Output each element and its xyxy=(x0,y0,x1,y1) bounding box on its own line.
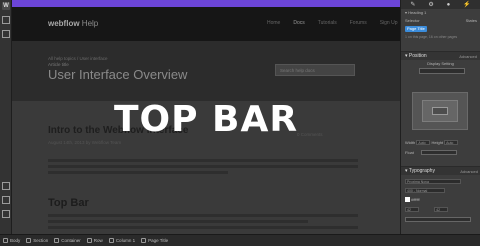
webflow-logo-icon[interactable]: W xyxy=(2,2,10,10)
padding-box[interactable] xyxy=(422,100,458,122)
content-box xyxy=(432,107,448,115)
nav-link[interactable]: Forums xyxy=(350,20,367,26)
search-input[interactable]: Search help docs xyxy=(275,64,355,76)
element-breadcrumb-bar: Body Section Container Row Column 1 Page… xyxy=(0,234,480,246)
breadcrumb: All help topics / User interface xyxy=(48,56,108,61)
nav-link[interactable]: Tutorials xyxy=(318,20,337,26)
style-panel: ✎ ⚙ ● ⚡ ▾ Heading 1 Selector States Page … xyxy=(400,0,480,234)
breadcrumb-item-selected[interactable]: Page Title xyxy=(141,238,168,243)
settings-icon[interactable] xyxy=(2,196,10,204)
help-icon[interactable] xyxy=(2,210,10,218)
float-buttons[interactable] xyxy=(421,150,458,156)
breadcrumb-item[interactable]: Body xyxy=(3,238,20,243)
breadcrumb-item[interactable]: Column 1 xyxy=(108,238,135,243)
font-select[interactable]: Proxima Nova xyxy=(405,179,461,185)
paragraph-line xyxy=(48,171,228,174)
row-icon xyxy=(86,238,92,243)
paragraph-line xyxy=(48,165,358,168)
display-buttons[interactable] xyxy=(401,68,480,76)
display-setting-label: Display Setting xyxy=(427,61,454,66)
color-swatch[interactable] xyxy=(405,197,410,203)
site-nav-links: Home Docs Tutorials Forums Sign Up xyxy=(267,20,398,26)
gear-icon[interactable]: ⚙ xyxy=(428,1,433,8)
weight-row: 400 - Normal xyxy=(405,188,445,194)
height-field[interactable]: Auto xyxy=(444,140,459,146)
webflow-designer: W webflow Help Home Docs Tutorials Forum… xyxy=(0,0,480,246)
typography-section-header[interactable]: ▾ Typography Advanced xyxy=(401,166,480,175)
add-element-icon[interactable] xyxy=(2,16,10,24)
page-title[interactable]: User Interface Overview xyxy=(48,67,187,82)
section-icon xyxy=(26,238,32,243)
site-logo[interactable]: webflow Help xyxy=(48,19,98,28)
paragraph-line xyxy=(48,220,308,223)
color-row: #ffffff xyxy=(405,197,420,203)
left-toolbar: W xyxy=(0,0,12,234)
drop-icon[interactable]: ● xyxy=(447,2,451,8)
text-align-buttons[interactable] xyxy=(405,217,471,223)
selector-input[interactable]: Page Title xyxy=(401,25,480,33)
section-title: Top Bar xyxy=(48,197,89,209)
breadcrumb-item[interactable]: Row xyxy=(86,238,103,243)
nav-link[interactable]: Home xyxy=(267,20,280,26)
size-line-row: 42 42 xyxy=(405,207,449,213)
design-canvas[interactable]: webflow Help Home Docs Tutorials Forums … xyxy=(12,0,400,234)
column-icon xyxy=(108,238,114,243)
paragraph-line xyxy=(48,214,358,217)
selector-info: 1 on this page, 16 on other pages xyxy=(405,35,458,39)
paragraph-line xyxy=(48,159,358,162)
panel-toolbar: ✎ ⚙ ● ⚡ xyxy=(401,0,480,9)
navigator-icon[interactable] xyxy=(2,182,10,190)
site-navbar[interactable]: webflow Help Home Docs Tutorials Forums … xyxy=(12,7,400,41)
brush-icon[interactable]: ✎ xyxy=(410,1,415,8)
font-size-field[interactable]: 42 xyxy=(405,207,419,213)
size-row: Width Auto Height Auto xyxy=(405,140,459,146)
line-height-field[interactable]: 42 xyxy=(434,207,449,213)
article-meta: August 14th, 2013 by Webflow Team xyxy=(48,140,122,145)
hero-section[interactable]: All help topics / User interface Article… xyxy=(12,41,400,101)
weight-select[interactable]: 400 - Normal xyxy=(405,188,445,194)
selected-top-bar[interactable] xyxy=(12,0,400,7)
breadcrumb-item[interactable]: Container xyxy=(54,238,81,243)
overlay-label: TOP BAR xyxy=(113,99,299,140)
bolt-icon[interactable]: ⚡ xyxy=(463,1,470,8)
container-icon xyxy=(54,238,60,243)
selector-row: Selector States xyxy=(405,18,477,23)
position-section-header[interactable]: ▾ Position Advanced xyxy=(401,51,480,60)
font-row: Proxima Nova xyxy=(405,179,461,185)
nav-link[interactable]: Sign Up xyxy=(380,20,398,26)
breadcrumb-item[interactable]: Section xyxy=(26,238,48,243)
body-icon xyxy=(3,238,8,243)
element-heading: ▾ Heading 1 xyxy=(405,10,427,15)
nav-link-active[interactable]: Docs xyxy=(293,20,304,26)
box-model-editor[interactable] xyxy=(412,92,468,130)
heading-icon xyxy=(141,238,147,243)
align-row xyxy=(405,217,471,223)
paragraph-line xyxy=(48,226,358,229)
width-field[interactable]: Auto xyxy=(416,140,431,146)
float-row: Float xyxy=(405,150,458,156)
pages-icon[interactable] xyxy=(2,30,10,38)
class-chip[interactable]: Page Title xyxy=(405,25,427,32)
